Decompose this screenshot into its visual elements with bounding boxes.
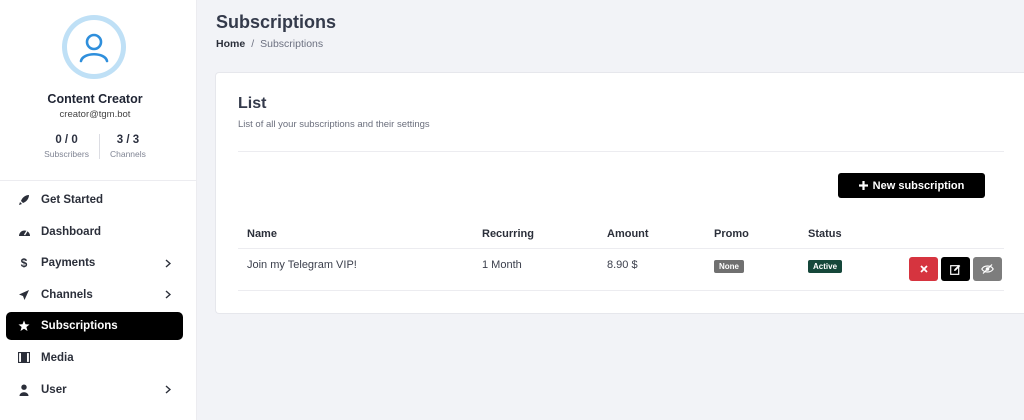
new-subscription-button[interactable]: New subscription xyxy=(838,173,985,198)
sidebar-item-subscriptions[interactable]: Subscriptions xyxy=(6,312,183,341)
avatar xyxy=(62,15,126,79)
edit-button[interactable] xyxy=(941,257,970,281)
card-subtitle: List of all your subscriptions and their… xyxy=(238,119,430,130)
star-icon xyxy=(17,319,31,333)
sidebar-item-channels[interactable]: Channels xyxy=(6,281,183,309)
edit-icon xyxy=(950,264,961,275)
sidebar-item-label: Get Started xyxy=(41,194,103,206)
dollar-icon: $ xyxy=(20,256,28,271)
subscription-amount: 8.90 $ xyxy=(607,259,638,271)
paper-plane-icon xyxy=(17,288,31,302)
row-actions xyxy=(909,257,1002,281)
sidebar-item-label: Subscriptions xyxy=(41,320,118,333)
breadcrumb-current: Subscriptions xyxy=(260,38,324,50)
sidebar-item-dashboard[interactable]: Dashboard xyxy=(6,218,183,246)
sidebar-item-label: Payments xyxy=(41,257,96,270)
subscriptions-table: Name Recurring Amount Promo Status Join … xyxy=(238,219,1004,291)
stat-value: 0 / 0 xyxy=(55,134,78,146)
sidebar-item-label: Media xyxy=(41,351,74,364)
user-icon xyxy=(17,383,31,397)
sidebar-item-user[interactable]: User xyxy=(6,376,183,404)
status-badge: Active xyxy=(808,260,843,273)
new-subscription-label: New subscription xyxy=(872,179,965,192)
chevron-right-icon xyxy=(159,385,177,394)
sidebar-item-payments[interactable]: $ Payments xyxy=(6,249,183,277)
column-header-recurring: Recurring xyxy=(482,228,534,240)
view-button[interactable] xyxy=(973,257,1002,281)
profile-stats: 0 / 0 Subscribers 3 / 3 Channels xyxy=(0,134,190,159)
stat-label: Subscribers xyxy=(44,149,89,159)
delete-button[interactable] xyxy=(909,257,938,281)
plus-icon xyxy=(858,181,868,190)
card-divider xyxy=(238,151,1004,152)
close-icon xyxy=(919,265,928,273)
subscription-name: Join my Telegram VIP! xyxy=(247,259,357,271)
sidebar-item-label: User xyxy=(41,383,67,396)
promo-badge: None xyxy=(714,260,744,273)
chevron-right-icon xyxy=(159,259,177,268)
user-avatar-icon xyxy=(79,33,109,63)
page-title: Subscriptions xyxy=(216,12,337,32)
sidebar-item-label: Dashboard xyxy=(41,225,102,238)
card-title: List xyxy=(238,95,267,112)
sidebar-item-media[interactable]: Media xyxy=(6,344,183,372)
stat-channels: 3 / 3 Channels xyxy=(98,134,156,159)
sidebar-nav: Get Started Dashboard $ Payments Channel… xyxy=(6,186,183,407)
column-header-status: Status xyxy=(808,228,842,240)
breadcrumb-home-link[interactable]: Home xyxy=(216,38,245,50)
rocket-icon xyxy=(17,193,31,207)
status-cell: Active xyxy=(808,260,843,273)
profile-name: Content Creator xyxy=(47,92,143,106)
subscription-recurring: 1 Month xyxy=(482,259,522,271)
sidebar: Content Creator creator@tgm.bot 0 / 0 Su… xyxy=(0,0,197,420)
table-header: Name Recurring Amount Promo Status xyxy=(238,219,1004,249)
column-header-promo: Promo xyxy=(714,228,749,240)
column-header-name: Name xyxy=(247,228,277,240)
sidebar-item-label: Channels xyxy=(41,288,93,301)
subscriptions-card: List List of all your subscriptions and … xyxy=(215,72,1024,314)
profile-email: creator@tgm.bot xyxy=(59,109,131,120)
promo-cell: None xyxy=(714,260,744,273)
stat-subscribers: 0 / 0 Subscribers xyxy=(34,134,99,159)
breadcrumb: Home / Subscriptions xyxy=(216,38,323,50)
stat-value: 3 / 3 xyxy=(116,134,140,146)
sidebar-item-get-started[interactable]: Get Started xyxy=(6,186,183,214)
sidebar-divider xyxy=(0,180,197,181)
chevron-right-icon xyxy=(159,290,177,299)
film-icon xyxy=(17,351,31,365)
breadcrumb-separator: / xyxy=(251,38,255,50)
gauge-icon xyxy=(17,225,31,239)
column-header-amount: Amount xyxy=(607,228,649,240)
table-row: Join my Telegram VIP! 1 Month 8.90 $ Non… xyxy=(238,249,1004,291)
eye-slash-icon xyxy=(981,264,994,274)
stat-label: Channels xyxy=(109,149,146,159)
